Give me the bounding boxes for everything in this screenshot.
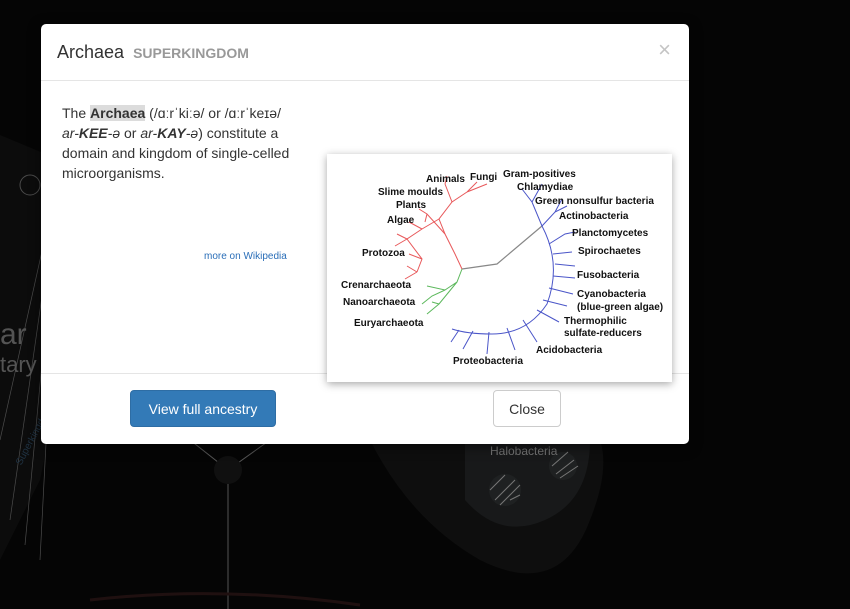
tree-label-proteobacteria: Proteobacteria: [453, 356, 523, 367]
summary-pronunciation: (/ɑːrˈkiːə/ or /ɑːrˈkeɪə/: [145, 105, 281, 121]
tree-label-spirochaetes: Spirochaetes: [578, 246, 641, 257]
tree-label-algae: Algae: [387, 215, 415, 226]
taxon-name: Archaea: [57, 42, 125, 62]
phylogenetic-tree-image: Animals Fungi Slime moulds Plants Algae …: [327, 154, 672, 382]
tree-label-animals: Animals: [426, 174, 465, 185]
tree-label-gram-positives: Gram-positives: [503, 169, 576, 180]
taxon-rank: SUPERKINGDOM: [133, 45, 249, 61]
bacteria-clade: [450, 183, 576, 355]
tree-label-protozoa: Protozoa: [362, 248, 405, 259]
pronunciation-a: ar-KEE-ə: [62, 125, 121, 141]
tree-root-branch: [461, 225, 543, 270]
app-stage: ar tary Halobacteria Superkingdom Archae…: [0, 0, 850, 609]
view-full-ancestry-button[interactable]: View full ancestry: [130, 390, 276, 427]
tree-label-slime-moulds: Slime moulds: [378, 187, 443, 198]
summary-intro: The: [62, 105, 91, 121]
modal-footer: View full ancestry Close: [41, 374, 689, 444]
tree-label-crenarchaeota: Crenarchaeota: [341, 280, 411, 291]
modal-header: Archaea SUPERKINGDOM ×: [41, 24, 689, 81]
tree-label-sulfate-reducers: sulfate-reducers: [564, 328, 642, 339]
wikipedia-link[interactable]: more on Wikipedia: [204, 251, 287, 262]
tree-label-green-nonsulfur: Green nonsulfur bacteria: [535, 196, 654, 207]
tree-label-euryarchaeota: Euryarchaeota: [354, 318, 424, 329]
modal-body: The Archaea (/ɑːrˈkiːə/ or /ɑːrˈkeɪə/ ar…: [41, 81, 689, 382]
pronunciation-b: ar-KAY-ə: [140, 125, 199, 141]
taxon-summary: The Archaea (/ɑːrˈkiːə/ or /ɑːrˈkeɪə/ ar…: [62, 103, 294, 183]
tree-label-fungi: Fungi: [470, 172, 497, 183]
tree-label-planctomycetes: Planctomycetes: [572, 228, 649, 239]
tree-label-thermophilic: Thermophilic: [564, 316, 627, 327]
close-button[interactable]: Close: [493, 390, 561, 427]
tree-label-acidobacteria: Acidobacteria: [536, 345, 603, 356]
tree-label-actinobacteria: Actinobacteria: [559, 211, 629, 222]
tree-label-blue-green-algae: (blue-green algae): [577, 302, 663, 313]
close-icon[interactable]: ×: [658, 39, 671, 61]
summary-name: Archaea: [90, 105, 146, 121]
tree-label-chlamydiae: Chlamydiae: [517, 182, 574, 193]
archaea-clade: [421, 268, 463, 315]
modal-title: Archaea SUPERKINGDOM: [57, 42, 249, 63]
tree-label-fusobacteria: Fusobacteria: [577, 270, 640, 281]
phylogenetic-tree-svg: Animals Fungi Slime moulds Plants Algae …: [341, 169, 663, 367]
summary-or: or: [120, 125, 141, 141]
taxon-modal: Archaea SUPERKINGDOM × The Archaea (/ɑːr…: [41, 24, 689, 444]
tree-label-plants: Plants: [396, 200, 426, 211]
tree-label-cyanobacteria: Cyanobacteria: [577, 289, 646, 300]
tree-label-nanoarchaeota: Nanoarchaeota: [343, 297, 416, 308]
